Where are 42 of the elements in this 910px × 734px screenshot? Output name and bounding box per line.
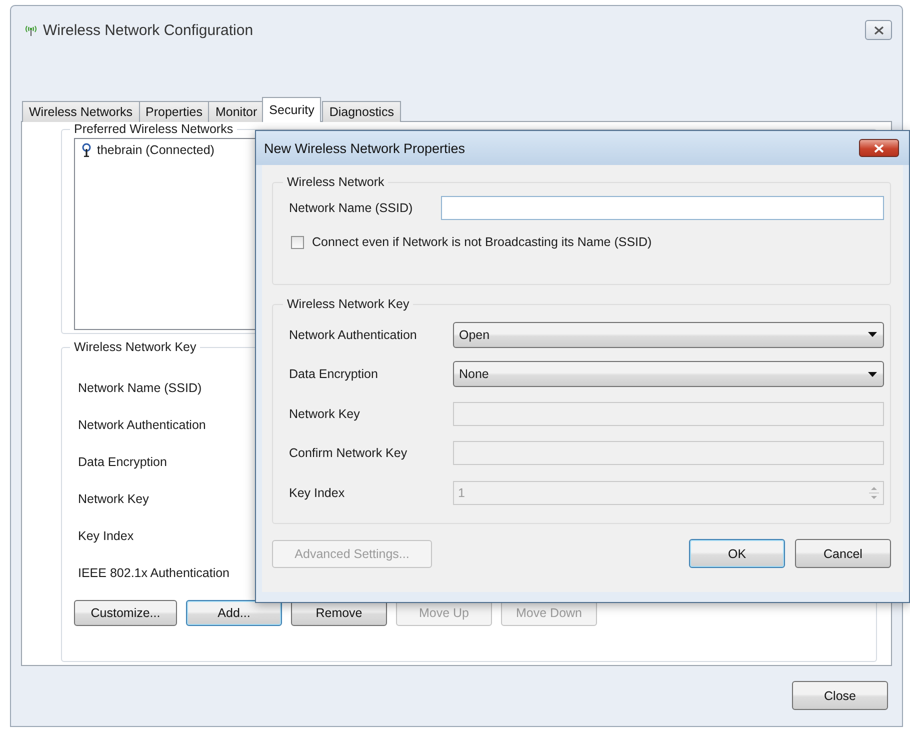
field-label: Data Encryption — [77, 454, 167, 471]
group-title: Wireless Network — [286, 175, 386, 189]
close-button[interactable] — [865, 20, 892, 40]
close-icon — [874, 26, 884, 34]
caret-icon — [868, 332, 877, 338]
field-label: Key Index — [77, 528, 134, 545]
dialog-button[interactable]: Cancel — [795, 539, 891, 568]
field-label: Data Encryption — [288, 367, 379, 382]
group-title: Wireless Network Key — [286, 297, 410, 311]
caret-icon — [868, 372, 877, 377]
dialog-button[interactable]: OK — [689, 539, 785, 568]
field-label: Network Key — [288, 406, 361, 421]
field-label: Network Key — [77, 491, 149, 508]
tab[interactable]: Diagnostics — [322, 101, 401, 122]
group-title: Preferred Wireless Networks — [73, 122, 234, 136]
network-name: thebrain (Connected) — [97, 143, 214, 157]
checkbox-label: Connect even if Network is not Broadcasting its Name (SSID) — [312, 235, 652, 249]
antenna-icon — [23, 24, 39, 36]
dropdown[interactable]: Open — [453, 322, 884, 348]
tab[interactable]: Wireless Networks — [22, 101, 140, 122]
tab[interactable]: Properties — [138, 101, 210, 122]
close-button[interactable] — [859, 139, 899, 157]
input-field[interactable] — [441, 196, 884, 220]
dropdown[interactable]: None — [453, 361, 884, 388]
action-button[interactable]: Add... — [186, 600, 282, 626]
group-title: Wireless Network Key — [73, 340, 198, 354]
tab[interactable]: Security — [262, 97, 322, 122]
tab[interactable]: Monitor — [208, 101, 264, 122]
field-label: Network Name (SSID) — [77, 380, 202, 397]
antenna-icon — [81, 143, 92, 157]
close-icon — [874, 144, 884, 152]
field-label: Confirm Network Key — [288, 446, 408, 460]
window-title: Wireless Network Configuration — [43, 22, 254, 38]
field-label: Network Authentication — [77, 417, 206, 434]
action-button[interactable]: Customize... — [74, 600, 177, 626]
dialog-title: New Wireless Network Properties — [264, 140, 466, 156]
checkbox[interactable] — [291, 236, 304, 248]
field-label: Key Index — [288, 486, 346, 500]
field-label: IEEE 802.1x Authentication — [77, 565, 230, 582]
field-label: Network Name (SSID) — [288, 201, 414, 215]
close-button[interactable]: Close — [792, 681, 888, 710]
field-label: Network Authentication — [288, 328, 418, 342]
